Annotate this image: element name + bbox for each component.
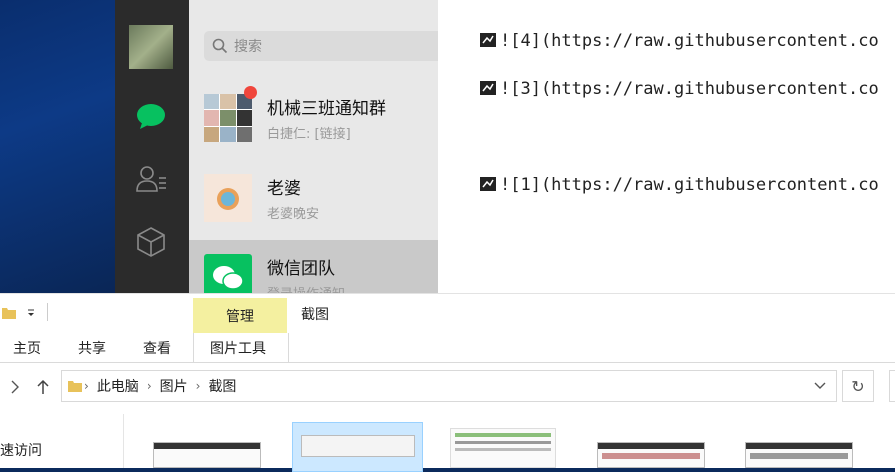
up-arrow-icon[interactable]	[36, 379, 50, 395]
file-thumbnail-selected[interactable]	[292, 422, 423, 472]
chat-name: 微信团队	[267, 259, 335, 279]
search-icon	[212, 38, 228, 54]
tab-view[interactable]: 查看	[143, 338, 171, 358]
wechat-sidebar	[115, 0, 189, 293]
editor-line-text: ![4](https://raw.githubusercontent.co	[500, 31, 879, 51]
contacts-icon[interactable]	[134, 162, 168, 196]
window-title: 截图	[301, 307, 329, 323]
toolbar-divider	[47, 303, 48, 321]
tab-home[interactable]: 主页	[13, 338, 41, 358]
chevron-down-icon[interactable]	[814, 382, 826, 390]
chat-item-wechat-team[interactable]: 微信团队 登录操作通知	[189, 240, 438, 293]
editor-line: ![4](https://raw.githubusercontent.co	[480, 31, 879, 51]
breadcrumb-separator-icon[interactable]: ›	[84, 379, 89, 393]
breadcrumb-screenshots[interactable]: 截图	[208, 376, 236, 396]
search-box[interactable]	[889, 370, 895, 402]
chat-item-group[interactable]: 机械三班通知群 白捷仁: [链接]	[189, 80, 438, 160]
group-avatar	[204, 94, 252, 142]
tab-share[interactable]: 共享	[78, 338, 106, 358]
chat-item-wife[interactable]: 老婆 老婆晚安	[189, 160, 438, 240]
file-thumbnail[interactable]	[153, 442, 261, 468]
broken-image-icon	[480, 177, 496, 191]
search-input[interactable]: 搜索	[204, 31, 438, 61]
chat-name: 老婆	[267, 179, 301, 199]
desktop-background	[0, 0, 115, 293]
explorer-content: 速访问	[0, 414, 895, 472]
ribbon-tabs: 主页 共享 查看 图片工具	[0, 333, 895, 363]
broken-image-icon	[480, 33, 496, 47]
nav-pane-divider	[123, 414, 124, 468]
broken-image-icon	[480, 81, 496, 95]
address-row: › 此电脑 › 图片 › 截图 ↻	[0, 370, 895, 404]
contact-avatar	[204, 174, 252, 222]
quick-access-toolbar	[0, 294, 895, 328]
context-group-manage[interactable]: 管理	[193, 298, 287, 333]
chat-name: 机械三班通知群	[267, 99, 386, 119]
file-explorer-window: 管理 截图 主页 共享 查看 图片工具 › 此电脑 › 图片 › 截图 ↻ 速访…	[0, 293, 895, 472]
address-bar[interactable]: › 此电脑 › 图片 › 截图	[61, 370, 837, 402]
chevron-right-icon[interactable]	[10, 380, 20, 394]
search-placeholder: 搜索	[234, 39, 262, 55]
file-thumbnail[interactable]	[450, 428, 556, 468]
chat-list: 搜索 机械三班通知群 白捷仁: [链接] 老婆 老婆晚安 微信团队 登录操作通知	[189, 0, 438, 293]
editor-line: ![3](https://raw.githubusercontent.co	[480, 79, 879, 99]
nav-quick-access[interactable]: 速访问	[0, 440, 42, 460]
chat-icon[interactable]	[134, 99, 168, 133]
folder-icon	[2, 308, 16, 319]
unread-badge	[244, 86, 257, 99]
wechat-team-icon	[204, 254, 252, 293]
avatar[interactable]	[129, 25, 173, 69]
chat-last-message: 老婆晚安	[267, 207, 320, 222]
refresh-icon: ↻	[851, 376, 865, 396]
favorites-cube-icon[interactable]	[134, 225, 168, 259]
breadcrumb-separator-icon[interactable]: ›	[196, 379, 201, 393]
chat-last-message: 登录操作通知	[267, 283, 345, 293]
refresh-button[interactable]: ↻	[842, 370, 874, 402]
editor-line: ![1](https://raw.githubusercontent.co	[480, 175, 879, 195]
qat-dropdown-icon[interactable]	[26, 308, 36, 318]
editor-line-text: ![3](https://raw.githubusercontent.co	[500, 79, 879, 99]
file-thumbnail[interactable]	[597, 442, 705, 468]
editor-line-text: ![1](https://raw.githubusercontent.co	[500, 175, 879, 195]
breadcrumb-separator-icon[interactable]: ›	[147, 379, 152, 393]
tab-picture-tools[interactable]: 图片工具	[210, 338, 266, 358]
breadcrumb-this-pc[interactable]: 此电脑	[97, 376, 139, 396]
breadcrumb-pictures[interactable]: 图片	[160, 376, 188, 396]
file-thumbnail[interactable]	[745, 442, 853, 468]
chat-last-message: 白捷仁: [链接]	[267, 127, 351, 142]
folder-icon	[68, 381, 82, 392]
markdown-editor[interactable]: ![4](https://raw.githubusercontent.co ![…	[438, 0, 895, 293]
